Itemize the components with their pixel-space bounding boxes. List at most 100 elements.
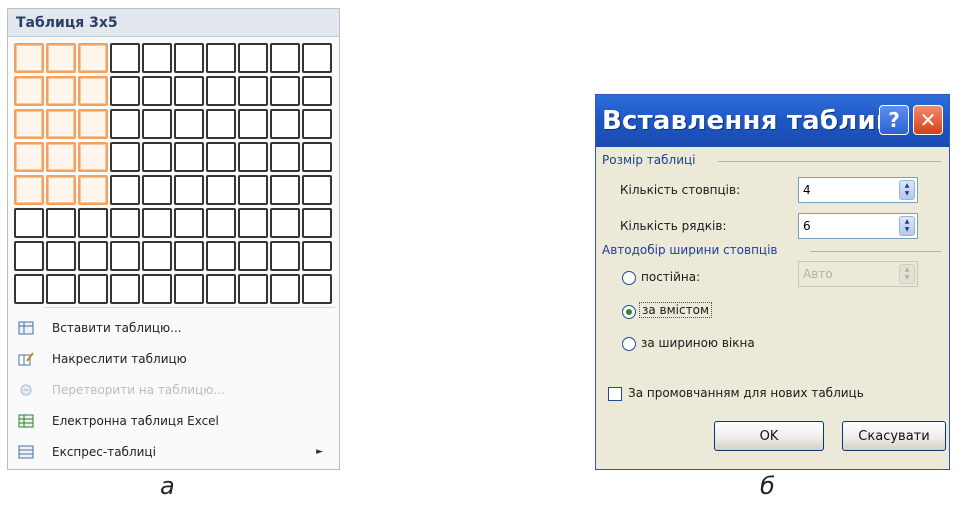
grid-cell[interactable] xyxy=(142,274,172,304)
grid-cell[interactable] xyxy=(270,241,300,271)
grid-cell[interactable] xyxy=(270,175,300,205)
ok-button[interactable]: OK xyxy=(714,421,824,451)
grid-cell-selected[interactable] xyxy=(78,76,108,106)
grid-cell[interactable] xyxy=(238,43,268,73)
grid-cell[interactable] xyxy=(270,142,300,172)
grid-cell[interactable] xyxy=(238,241,268,271)
grid-cell[interactable] xyxy=(78,208,108,238)
grid-cell[interactable] xyxy=(174,109,204,139)
grid-cell[interactable] xyxy=(302,208,332,238)
grid-cell[interactable] xyxy=(206,208,236,238)
grid-cell[interactable] xyxy=(238,274,268,304)
grid-cell[interactable] xyxy=(206,43,236,73)
grid-cell[interactable] xyxy=(174,208,204,238)
grid-cell[interactable] xyxy=(142,76,172,106)
grid-cell[interactable] xyxy=(206,142,236,172)
grid-cell[interactable] xyxy=(46,241,76,271)
grid-cell[interactable] xyxy=(110,175,140,205)
table-size-grid[interactable] xyxy=(14,43,332,304)
grid-cell[interactable] xyxy=(206,274,236,304)
grid-cell[interactable] xyxy=(174,175,204,205)
grid-cell[interactable] xyxy=(302,142,332,172)
grid-cell[interactable] xyxy=(110,274,140,304)
grid-cell-selected[interactable] xyxy=(46,142,76,172)
grid-cell[interactable] xyxy=(46,274,76,304)
close-button[interactable]: ✕ xyxy=(913,105,943,135)
grid-cell-selected[interactable] xyxy=(46,76,76,106)
radio-fixed[interactable] xyxy=(622,271,636,285)
grid-cell[interactable] xyxy=(110,208,140,238)
cancel-button[interactable]: Скасувати xyxy=(842,421,946,451)
menu-item-insert-table[interactable]: Вставити таблицю... xyxy=(8,312,339,343)
grid-cell-selected[interactable] xyxy=(14,76,44,106)
grid-cell[interactable] xyxy=(46,208,76,238)
grid-cell-selected[interactable] xyxy=(78,43,108,73)
grid-cell[interactable] xyxy=(174,274,204,304)
grid-cell[interactable] xyxy=(110,241,140,271)
grid-cell[interactable] xyxy=(302,76,332,106)
grid-cell[interactable] xyxy=(270,43,300,73)
grid-cell[interactable] xyxy=(174,142,204,172)
grid-cell[interactable] xyxy=(142,241,172,271)
spinner-arrows-icon[interactable]: ▲ ▼ xyxy=(899,180,915,200)
grid-cell[interactable] xyxy=(142,43,172,73)
grid-cell[interactable] xyxy=(270,109,300,139)
grid-cell[interactable] xyxy=(206,175,236,205)
grid-cell-selected[interactable] xyxy=(78,175,108,205)
menu-item-draw-table[interactable]: Накреслити таблицю xyxy=(8,343,339,374)
grid-cell[interactable] xyxy=(238,208,268,238)
menu-item-quick-tables[interactable]: Експрес-таблиці ► xyxy=(8,436,339,467)
grid-cell[interactable] xyxy=(110,43,140,73)
grid-cell[interactable] xyxy=(110,142,140,172)
grid-cell-selected[interactable] xyxy=(46,43,76,73)
menu-item-excel-table[interactable]: Електронна таблиця Excel xyxy=(8,405,339,436)
grid-cell[interactable] xyxy=(270,274,300,304)
grid-cell[interactable] xyxy=(302,274,332,304)
grid-cell[interactable] xyxy=(142,208,172,238)
radio-autofit-content[interactable] xyxy=(622,305,636,319)
grid-cell[interactable] xyxy=(174,43,204,73)
grid-cell[interactable] xyxy=(142,175,172,205)
grid-cell-selected[interactable] xyxy=(78,109,108,139)
grid-cell[interactable] xyxy=(110,76,140,106)
grid-cell[interactable] xyxy=(78,241,108,271)
grid-cell[interactable] xyxy=(14,274,44,304)
grid-cell[interactable] xyxy=(238,76,268,106)
grid-cell[interactable] xyxy=(238,175,268,205)
grid-cell[interactable] xyxy=(142,142,172,172)
menu-item-label: Електронна таблиця Excel xyxy=(52,413,219,428)
grid-cell-selected[interactable] xyxy=(78,142,108,172)
grid-cell[interactable] xyxy=(78,274,108,304)
grid-cell[interactable] xyxy=(302,109,332,139)
grid-cell[interactable] xyxy=(270,208,300,238)
group-divider xyxy=(718,161,941,162)
grid-cell[interactable] xyxy=(142,109,172,139)
grid-cell-selected[interactable] xyxy=(14,175,44,205)
help-button[interactable]: ? xyxy=(879,105,909,135)
grid-cell[interactable] xyxy=(14,208,44,238)
grid-cell[interactable] xyxy=(174,76,204,106)
grid-cell[interactable] xyxy=(302,43,332,73)
autofit-group-label: Автодобір ширини стовпців xyxy=(602,243,778,257)
grid-cell[interactable] xyxy=(238,109,268,139)
spinner-arrows-icon[interactable]: ▲ ▼ xyxy=(899,216,915,236)
grid-cell[interactable] xyxy=(110,109,140,139)
grid-cell[interactable] xyxy=(270,76,300,106)
grid-cell-selected[interactable] xyxy=(46,175,76,205)
grid-cell-selected[interactable] xyxy=(14,43,44,73)
grid-cell[interactable] xyxy=(206,241,236,271)
grid-cell[interactable] xyxy=(302,175,332,205)
radio-autofit-window[interactable] xyxy=(622,337,636,351)
grid-cell[interactable] xyxy=(14,241,44,271)
grid-cell[interactable] xyxy=(206,76,236,106)
grid-cell[interactable] xyxy=(302,241,332,271)
grid-cell-selected[interactable] xyxy=(14,142,44,172)
grid-cell[interactable] xyxy=(206,109,236,139)
grid-cell-selected[interactable] xyxy=(46,109,76,139)
grid-cell-selected[interactable] xyxy=(14,109,44,139)
grid-cell[interactable] xyxy=(238,142,268,172)
columns-spinner[interactable]: 4 ▲ ▼ xyxy=(798,177,918,203)
remember-dimensions-checkbox[interactable] xyxy=(608,387,622,401)
rows-spinner[interactable]: 6 ▲ ▼ xyxy=(798,213,918,239)
grid-cell[interactable] xyxy=(174,241,204,271)
